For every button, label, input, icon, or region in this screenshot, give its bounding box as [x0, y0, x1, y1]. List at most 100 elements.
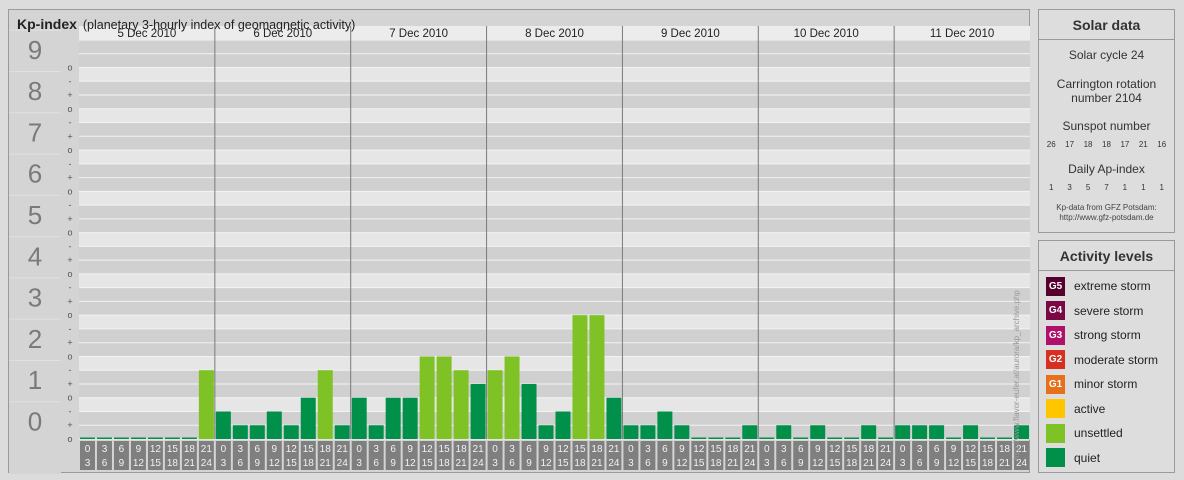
hour-start-label: 12	[557, 444, 569, 455]
kp-bar	[827, 437, 843, 439]
ap-value: 5	[1085, 183, 1091, 192]
hour-start-label: 6	[526, 444, 532, 455]
y-tick-label: 5	[28, 200, 42, 230]
hour-end-label: 18	[574, 458, 586, 469]
hour-end-label: 21	[591, 458, 603, 469]
kp-bar	[946, 437, 962, 439]
ap-index-label: Daily Ap-index	[1068, 162, 1145, 176]
hour-start-label: 0	[356, 444, 362, 455]
day-label: 11 Dec 2010	[930, 28, 994, 40]
ap-value: 1	[1159, 183, 1164, 192]
level-swatch: G1	[1046, 374, 1065, 394]
activity-level-item: G1 minor storm	[1039, 372, 1174, 397]
hour-end-label: 21	[320, 458, 332, 469]
hour-end-label: 12	[948, 458, 960, 469]
kp-bar	[181, 437, 197, 439]
hour-end-label: 3	[492, 458, 498, 469]
sub-tick-label: +	[67, 90, 72, 100]
hour-end-label: 6	[102, 458, 108, 469]
sub-tick-label: o	[67, 145, 72, 155]
kp-bar	[963, 425, 979, 439]
kp-bar	[521, 383, 537, 439]
hour-end-label: 3	[85, 458, 91, 469]
level-swatch: G4	[1046, 301, 1065, 321]
credit-line-1: Kp-data from GFZ Potsdam:	[1056, 203, 1157, 212]
hour-end-label: 15	[422, 458, 434, 469]
y-tick-label: 1	[28, 365, 42, 395]
kp-bar	[470, 383, 486, 439]
kp-bar	[317, 370, 333, 439]
kp-bar	[504, 356, 520, 439]
level-label: moderate storm	[1074, 352, 1159, 367]
hour-start-label: 3	[781, 444, 787, 455]
sunspot-value: 18	[1102, 140, 1111, 149]
kp-bar	[742, 425, 758, 439]
y-tick-label: 7	[28, 117, 42, 147]
kp-bar	[538, 425, 554, 439]
hour-start-label: 18	[591, 444, 603, 455]
hour-start-label: 21	[473, 444, 485, 455]
level-label: active	[1074, 401, 1106, 416]
activity-level-item: G4 severe storm	[1039, 299, 1174, 324]
hour-start-label: 18	[727, 444, 739, 455]
sub-tick-label: -	[69, 365, 72, 375]
y-tick-label: 4	[28, 241, 42, 271]
kp-bar	[436, 356, 452, 439]
hour-end-label: 3	[764, 458, 770, 469]
hour-start-label: 12	[422, 444, 434, 455]
activity-level-item: unsettled	[1039, 421, 1174, 446]
hour-start-label: 15	[167, 444, 179, 455]
kp-bar	[300, 397, 316, 439]
sunspot-value: 17	[1065, 140, 1075, 149]
ap-value: 1	[1141, 183, 1146, 192]
kp-bar	[759, 437, 775, 439]
kp-bar	[555, 411, 571, 439]
hour-end-label: 9	[662, 458, 668, 469]
hour-end-label: 15	[965, 458, 977, 469]
activity-level-item: G2 moderate storm	[1039, 348, 1174, 373]
sub-tick-label: +	[67, 255, 72, 265]
ap-value: 3	[1067, 183, 1072, 192]
hour-end-label: 12	[269, 458, 281, 469]
sub-tick-label: -	[69, 283, 72, 293]
kp-bar	[980, 437, 996, 439]
chart-subtitle: (planetary 3-hourly index of geomagnetic…	[82, 18, 356, 32]
kp-bar	[589, 315, 605, 439]
carrington-line-2: number 2104	[1071, 91, 1142, 105]
hour-start-label: 3	[645, 444, 651, 455]
chart-title-text: Kp-index	[17, 16, 77, 32]
hour-start-label: 15	[846, 444, 858, 455]
hour-start-label: 18	[184, 444, 196, 455]
kp-bar	[674, 425, 690, 439]
hour-end-label: 6	[509, 458, 515, 469]
sunspot-value: 18	[1083, 140, 1093, 149]
sunspot-value: 26	[1046, 140, 1056, 149]
hour-end-label: 18	[439, 458, 451, 469]
carrington-rotation: Carrington rotation number 2104	[1039, 77, 1174, 105]
hour-end-label: 15	[693, 458, 705, 469]
hour-start-label: 0	[492, 444, 498, 455]
kp-bar	[368, 425, 384, 439]
hour-start-label: 9	[679, 444, 685, 455]
sub-tick-label: o	[67, 351, 72, 361]
hour-start-label: 9	[136, 444, 142, 455]
kp-chart-panel: 5 Dec 2010 6 Dec 2010 7 Dec 2010 8 Dec 2010…	[8, 9, 1030, 474]
hour-end-label: 21	[727, 458, 739, 469]
level-label: unsettled	[1074, 426, 1123, 441]
hour-end-label: 18	[303, 458, 315, 469]
sub-tick-label: -	[69, 200, 72, 210]
hour-end-label: 24	[337, 458, 349, 469]
hour-start-label: 18	[863, 444, 875, 455]
sub-tick-label: +	[67, 296, 72, 306]
level-swatch	[1046, 423, 1065, 443]
kp-bar	[232, 425, 248, 439]
hour-end-label: 6	[781, 458, 787, 469]
level-swatch: G3	[1046, 325, 1065, 345]
kp-bar	[130, 437, 146, 439]
kp-bar	[453, 370, 469, 439]
level-label: severe storm	[1074, 303, 1144, 318]
kp-bar	[113, 437, 129, 439]
sub-tick-label: o	[67, 104, 72, 114]
activity-level-item: G5 extreme storm	[1039, 274, 1174, 299]
hour-start-label: 9	[407, 444, 413, 455]
